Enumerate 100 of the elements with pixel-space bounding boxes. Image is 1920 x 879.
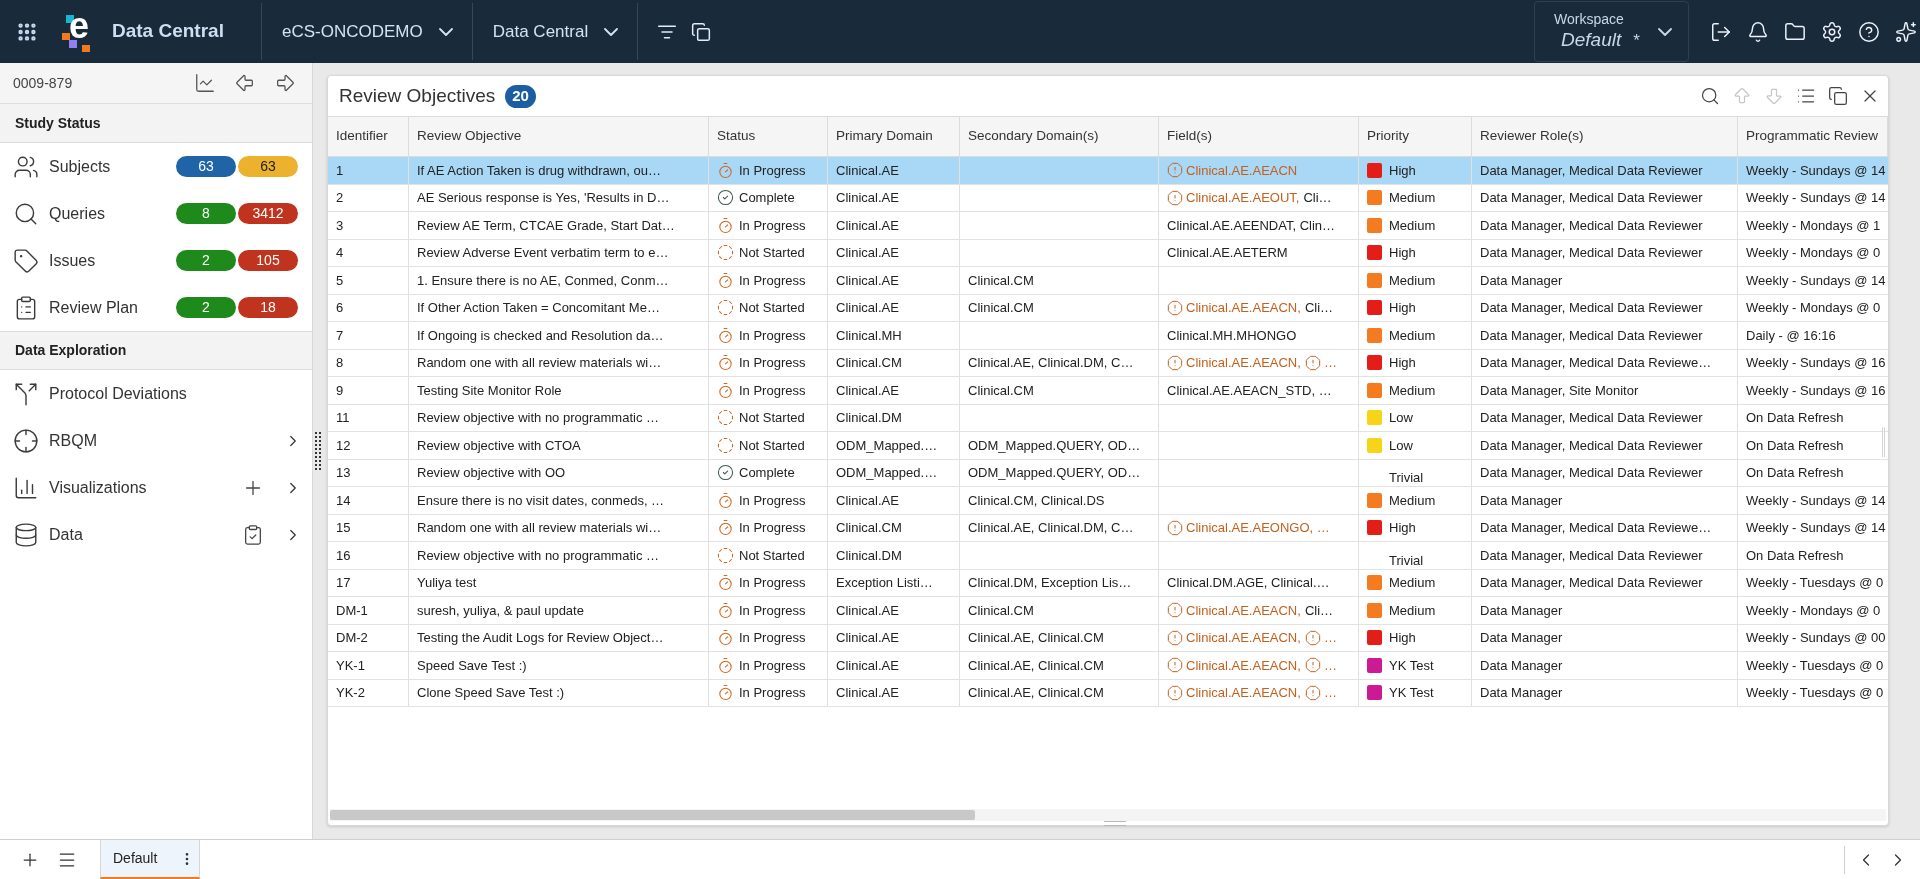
chevron-down-icon — [604, 27, 619, 36]
status-label: In Progress — [739, 656, 806, 675]
sidebar-link[interactable]: RBQM — [13, 427, 97, 454]
table-row[interactable]: 2 AE Serious response is Yes, 'Results in D… Complete Clinical.AE Clinical.AE.AEOUT, Cli… Medium Data Manager, Medical Data Reviewer Weekly - Sundays @ 14 — [328, 184, 1888, 212]
schedule-text: On Data Refresh — [1746, 409, 1844, 427]
table-row[interactable]: YK-1 Speed Save Test :) In Progress Clinical.AE Clinical.AE, Clinical.CM Clinical.AE.AEACN, … YK Test Data Manager Weekly - Tuesdays @ 0 — [328, 652, 1888, 680]
column-header[interactable]: Review Objective — [417, 126, 522, 147]
column-header[interactable]: Field(s) — [1167, 126, 1212, 147]
search-icon[interactable] — [1700, 86, 1720, 106]
column-header[interactable]: Primary Domain — [836, 126, 933, 147]
identifier-text: 4 — [336, 244, 344, 262]
app-menu-icon[interactable] — [16, 20, 38, 43]
table-row[interactable]: YK-2 Clone Speed Save Test :) In Progress Clinical.AE Clinical.AE, Clinical.CM Clinical.AE.AEACN, … YK Test Data Manager Weekly - Tuesdays @ 0 — [328, 679, 1888, 707]
alert-icon — [1167, 629, 1183, 646]
priority-label: Trivial — [1389, 469, 1424, 486]
domain-text: ODM_Mapped.… — [836, 464, 938, 482]
column-header[interactable]: Identifier — [336, 126, 388, 147]
domain-text: Clinical.AE, Clinical.CM — [968, 684, 1104, 702]
count-badge[interactable]: 2 — [176, 250, 236, 271]
workspace-label: Workspace — [1554, 9, 1624, 28]
roles-text: Data Manager, Site Monitor — [1480, 381, 1639, 400]
table-row[interactable]: 12 Review objective with CTOA Not Started ODM_Mapped.… ODM_Mapped.QUERY, OD… Low Data Manager, Medical Data Reviewer On Data Refresh — [328, 432, 1888, 460]
table-row[interactable]: DM-2 Testing the Audit Logs for Review Object… In Progress Clinical.AE Clinical.AE, Clinical.CM Clinical.AE.AEACN, … High Data Manager Weekly - Sundays @ 00 — [328, 624, 1888, 652]
logout-icon[interactable] — [1710, 20, 1732, 43]
line-chart-icon[interactable] — [194, 72, 216, 94]
dropdown-button[interactable]: Data Central — [472, 0, 638, 63]
table-row[interactable]: 16 Review objective with no programmatic … Not Started Clinical.DM Trivial Data Manager, Medical Data Reviewer On Data Refresh — [328, 542, 1888, 570]
scrollbar-thumb[interactable] — [1882, 427, 1885, 457]
scrollbar-thumb[interactable] — [330, 810, 975, 820]
count-badge[interactable]: 18 — [238, 297, 298, 318]
schedule-text: Weekly - Mondays @ 0 — [1746, 601, 1881, 620]
roles-text: Data Manager, Medical Data Reviewer — [1480, 409, 1703, 427]
table-row[interactable]: 11 Review objective with no programmatic … Not Started Clinical.DM Low Data Manager, Medical Data Reviewer On Data Refresh — [328, 404, 1888, 432]
count-badge[interactable]: 2 — [176, 297, 236, 318]
splitter-handle-icon[interactable] — [314, 432, 321, 470]
roles-text: Data Manager, Medical Data Reviewer — [1480, 161, 1703, 180]
column-header[interactable]: Reviewer Role(s) — [1480, 126, 1584, 147]
column-header[interactable]: Programmatic Review — [1746, 126, 1879, 147]
table-row[interactable]: 14 Ensure there is no visit dates, conmeds, … In Progress Clinical.AE Clinical.CM, Clinical.DS Medium Data Manager Weekly - Sundays @ 14 — [328, 487, 1888, 515]
status-label: In Progress — [739, 684, 806, 702]
dropdown-button[interactable]: eCS-ONCODEMO — [262, 0, 472, 63]
table-row[interactable]: 13 Review objective with OO Complete ODM_Mapped.… ODM_Mapped.QUERY, OD… Trivial Data Manager, Medical Data Reviewer On Data Refresh — [328, 459, 1888, 487]
priority-label: High — [1389, 244, 1416, 262]
count-badge[interactable]: 105 — [238, 250, 298, 271]
forward-arrow-icon[interactable] — [274, 72, 296, 94]
roles-text: Data Manager, Medical Data Reviewer — [1480, 244, 1703, 262]
table-row[interactable]: 8 Random one with all review materials wi… In Progress Clinical.CM Clinical.AE, Clinical.DM, C… Clinical.AE.AEACN, … High Data Manager, Medical Data Reviewe… Weekly - Sundays @ 16 — [328, 349, 1888, 377]
roles-text: Data Manager, Medical Data Reviewer — [1480, 189, 1703, 207]
workspace-selector[interactable]: Workspace Default * — [1534, 1, 1689, 62]
table-row[interactable]: 7 If Ongoing is checked and Resolution da… In Progress Clinical.MH Clinical.MH.MHONGO Medium Data Manager, Medical Data Reviewer Daily - @ 16:16 — [328, 322, 1888, 350]
count-badge[interactable]: 63 — [176, 156, 236, 177]
settings-icon[interactable] — [1821, 20, 1843, 43]
copy-icon[interactable] — [691, 21, 712, 42]
notifications-icon[interactable] — [1747, 20, 1769, 43]
table-row[interactable]: 15 Random one with all review materials wi… In Progress Clinical.CM Clinical.AE, Clinical.DM, C… Clinical.AE.AEONGO, … High Data Manager, Medical Data Reviewe… Weekly - Sundays @ 14 — [328, 514, 1888, 542]
status-label: In Progress — [739, 574, 806, 592]
identifier-text: 15 — [336, 519, 351, 537]
sparkles-icon[interactable] — [1895, 20, 1917, 43]
count-badge[interactable]: 63 — [238, 156, 298, 177]
clipboard-check-icon[interactable] — [242, 523, 264, 546]
schedule-text: Weekly - Sundays @ 14 — [1746, 271, 1886, 290]
field-name: Clinical.AE.AEACN, — [1186, 656, 1301, 675]
column-header[interactable]: Status — [717, 126, 756, 147]
status-label: Not Started — [739, 409, 805, 427]
table-row[interactable]: 17 Yuliya test In Progress Exception Listi… Clinical.DM, Exception Lis… Clinical.DM.AGE, Clinical.… Medium Data Manager, Medical Data Reviewer Weekly - Tuesdays @ 0 — [328, 569, 1888, 597]
sidebar-link[interactable]: Protocol Deviations — [13, 380, 187, 407]
horizontal-scrollbar[interactable] — [330, 809, 1886, 821]
app-logo[interactable]: e — [60, 11, 92, 52]
table-row[interactable]: 3 Review AE Term, CTCAE Grade, Start Dat… In Progress Clinical.AE Clinical.AE.AEENDAT, Clin… Medium Data Manager, Medical Data Reviewer Weekly - Mondays @ 1 — [328, 212, 1888, 240]
column-header[interactable]: Secondary Domain(s) — [968, 126, 1099, 147]
resize-grip-icon[interactable] — [1104, 821, 1126, 826]
identifier-text: DM-2 — [336, 629, 368, 647]
check-circle-icon — [717, 189, 734, 207]
restore-icon[interactable] — [1828, 86, 1848, 106]
count-badge[interactable]: 3412 — [238, 203, 298, 224]
workspace-tab[interactable]: Default — [100, 840, 200, 879]
sidebar-link[interactable]: Review Plan — [13, 294, 138, 321]
alert-icon — [1167, 602, 1183, 619]
schedule-text: Weekly - Sundays @ 00 — [1746, 629, 1886, 647]
table-row[interactable]: 4 Review Adverse Event verbatim term to e… Not Started Clinical.AE Clinical.AE.AETERM High Data Manager, Medical Data Reviewer Weekly - Mondays @ 0 — [328, 239, 1888, 267]
timer-icon — [717, 326, 734, 344]
back-arrow-icon[interactable] — [234, 72, 256, 94]
count-badge[interactable]: 8 — [176, 203, 236, 224]
column-header[interactable]: Priority — [1367, 126, 1409, 147]
sidebar-link[interactable]: Queries — [13, 200, 106, 227]
objective-text: Review objective with OO — [417, 464, 566, 482]
table-row[interactable]: DM-1 suresh, yuliya, & paul update In Progress Clinical.AE Clinical.CM Clinical.AE.AEACN, Cli… Medium Data Manager Weekly - Mondays @ 0 — [328, 597, 1888, 625]
objective-text: Review objective with no programmatic … — [417, 409, 660, 427]
table-row[interactable]: 1 If AE Action Taken is drug withdrawn, ou… In Progress Clinical.AE Clinical.AE.AEACN High Data Manager, Medical Data Reviewer Weekly - Sundays @ 14 — [328, 157, 1888, 185]
table-row[interactable]: 6 If Other Action Taken = Concomitant Me… Not Started Clinical.AE Clinical.CM Clinical.AE.AEACN, Cli… High Data Manager, Medical Data Reviewer Weekly - Mondays @ 0 — [328, 294, 1888, 322]
folder-icon[interactable] — [1784, 20, 1806, 43]
sidebar-link[interactable]: Subjects — [13, 153, 111, 180]
sidebar-link[interactable]: Issues — [13, 247, 96, 274]
schedule-text: Weekly - Tuesdays @ 0 — [1746, 684, 1884, 702]
timer-icon — [717, 381, 734, 399]
sidebar-link[interactable]: Data — [13, 521, 83, 548]
help-icon[interactable] — [1858, 20, 1880, 43]
sidebar-link[interactable]: Visualizations — [13, 474, 147, 501]
table-row[interactable]: 5 1. Ensure there is no AE, Conmed, Conm… In Progress Clinical.AE Clinical.CM Medium Data Manager Weekly - Sundays @ 14 — [328, 267, 1888, 295]
table-row[interactable]: 9 Testing Site Monitor Role In Progress Clinical.AE Clinical.CM Clinical.AE.AEACN_STD, … Medium Data Manager, Site Monitor Weekly - Sundays @ 16 — [328, 377, 1888, 405]
